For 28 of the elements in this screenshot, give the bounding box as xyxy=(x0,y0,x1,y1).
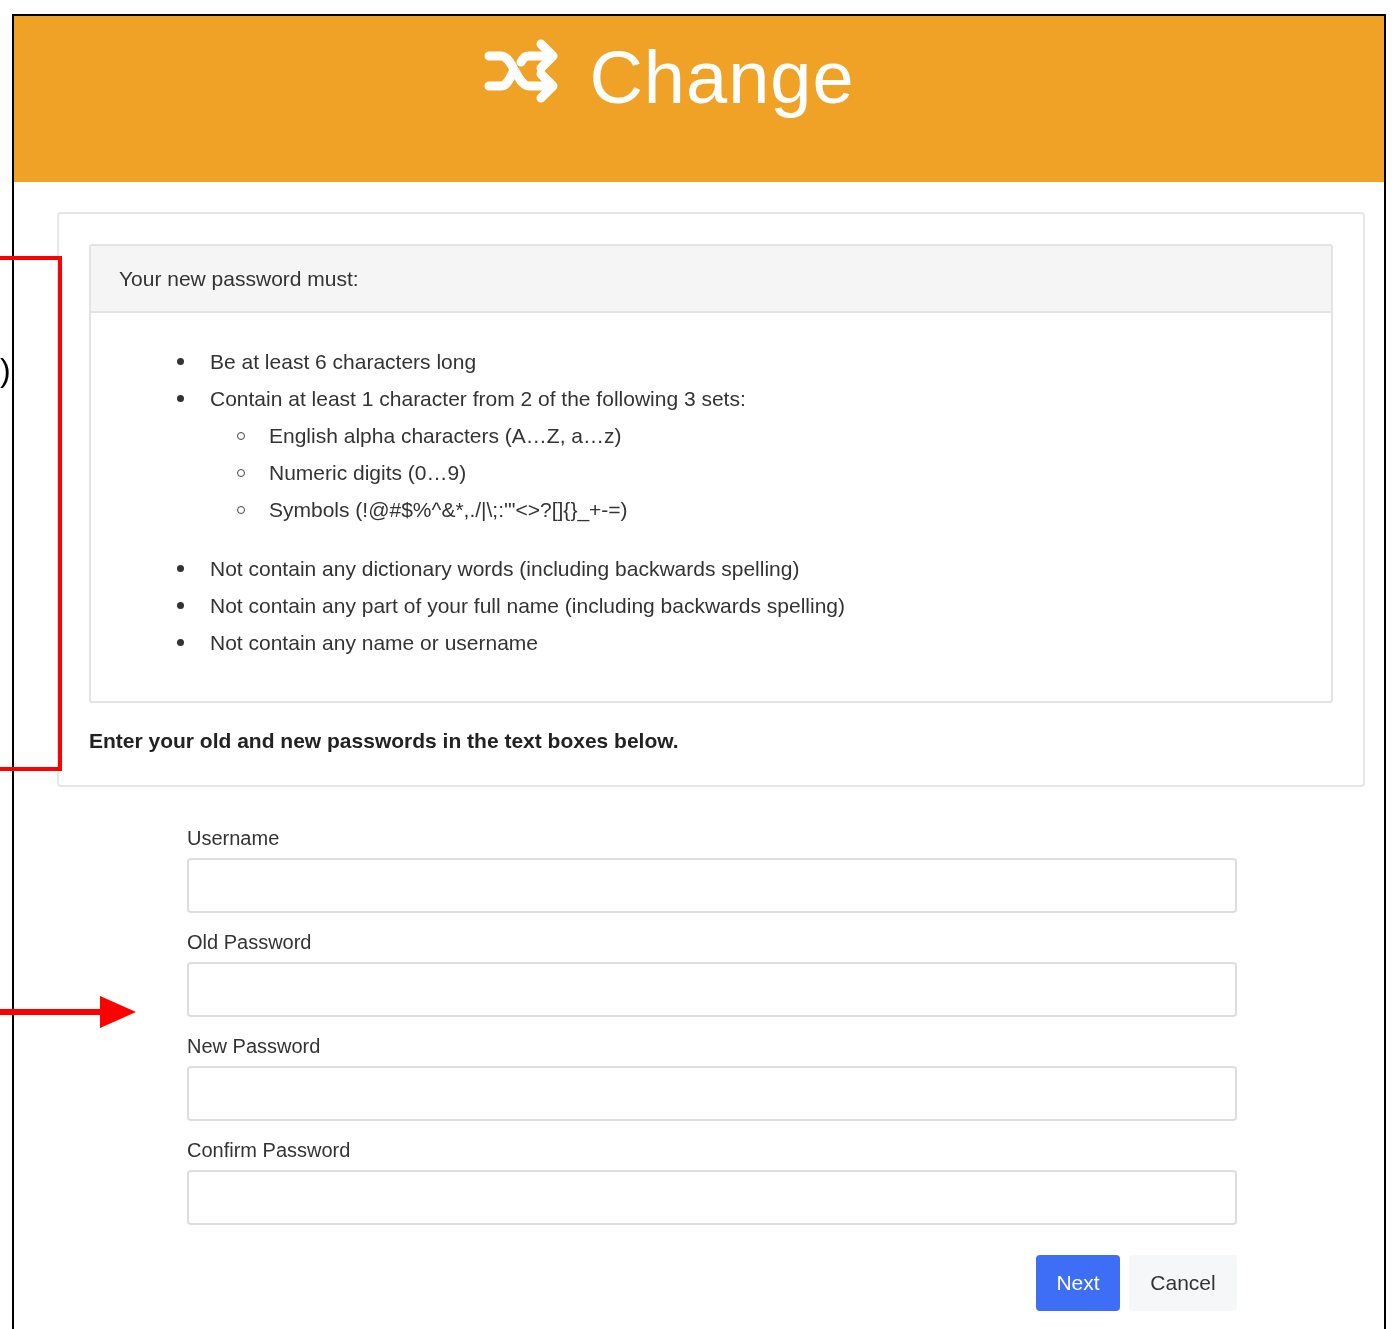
bullet-icon xyxy=(177,395,184,402)
bullet-icon xyxy=(177,358,184,365)
instruction-text: Enter your old and new passwords in the text boxes below. xyxy=(89,729,680,753)
requirement-text: Not contain any name or username xyxy=(210,630,538,655)
bullet-icon xyxy=(177,565,184,572)
field-label: Username xyxy=(187,827,281,850)
panel-heading: Your new password must: xyxy=(119,266,359,291)
requirement-text: Contain at least 1 character from 2 of the following 3 sets: xyxy=(210,386,746,411)
requirement-text: Symbols (!@#$%^&*,./|\;:'"<>?[]{}_+-=) xyxy=(269,497,628,522)
next-button[interactable]: Next xyxy=(1036,1255,1120,1311)
input-field[interactable] xyxy=(187,1170,1237,1225)
requirement-text: English alpha characters (A…Z, a…z) xyxy=(269,423,622,448)
page-title: Change xyxy=(589,38,855,118)
bullet-icon xyxy=(177,639,184,646)
requirement-text: Not contain any dictionary words (including backwards spelling) xyxy=(210,556,800,581)
cancel-button[interactable]: Cancel xyxy=(1129,1255,1237,1311)
field-label: Confirm Password xyxy=(187,1139,352,1162)
requirement-text: Not contain any part of your full name (including backwards spelling) xyxy=(210,593,845,618)
input-field[interactable] xyxy=(187,962,1237,1017)
input-field[interactable] xyxy=(187,858,1237,913)
requirement-text: Be at least 6 characters long xyxy=(210,349,477,374)
input-field[interactable] xyxy=(187,1066,1237,1121)
shuffle-icon xyxy=(483,38,560,104)
requirement-text: Numeric digits (0…9) xyxy=(269,460,467,485)
field-label: New Password xyxy=(187,1035,322,1058)
bullet-icon xyxy=(177,602,184,609)
field-label: Old Password xyxy=(187,931,313,954)
annotation-text: ) xyxy=(0,352,11,389)
